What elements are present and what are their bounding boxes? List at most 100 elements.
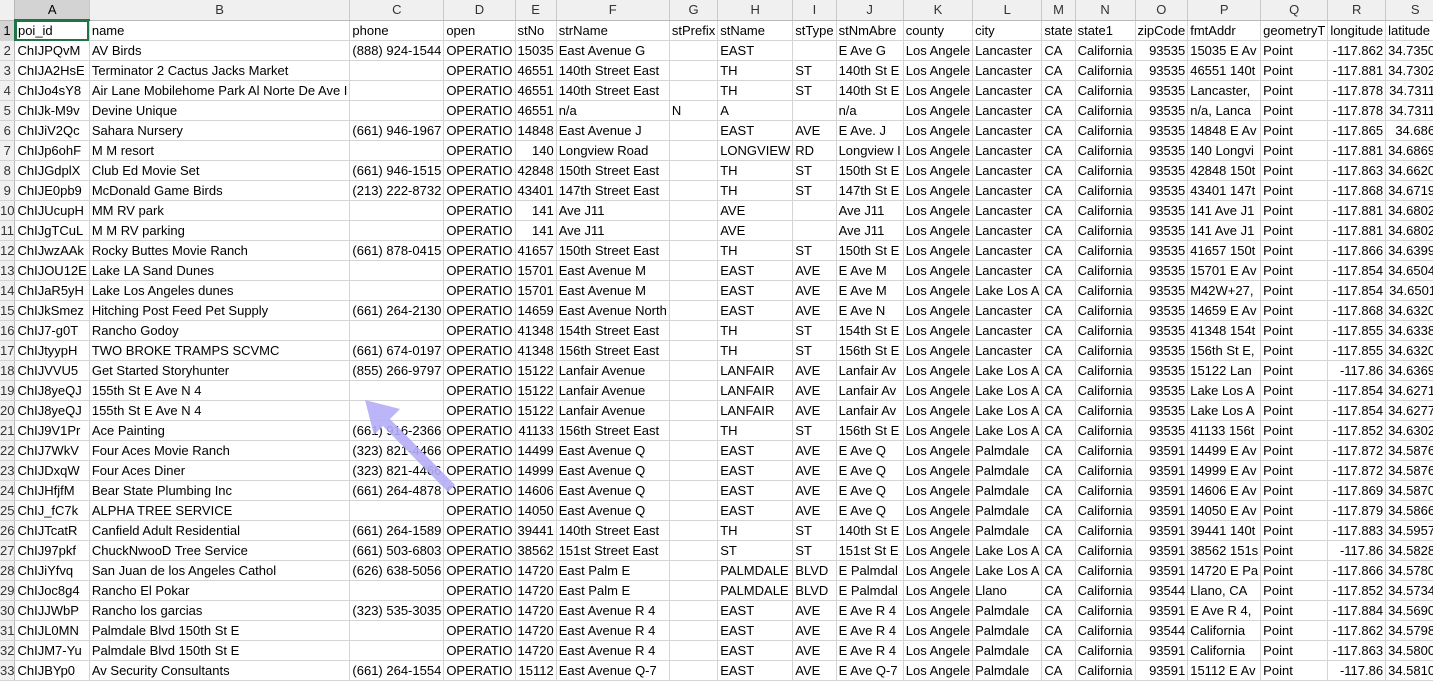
row-header[interactable]: 14 [0,280,16,301]
table-cell[interactable]: 41348 [515,320,557,341]
column-header-r[interactable]: R [1327,0,1387,21]
table-cell[interactable]: n/a, Lanca [1187,100,1262,121]
table-cell[interactable]: OPERATIO [443,420,516,441]
table-cell[interactable]: Rocky Buttes Movie Ranch [89,240,351,261]
table-cell[interactable]: LONGVIEW [717,140,794,161]
table-cell[interactable]: East Avenue G [556,40,670,61]
table-cell[interactable] [349,220,445,241]
column-header-s[interactable]: S [1385,0,1433,21]
table-cell[interactable] [669,220,719,241]
table-cell[interactable]: 14606 E Av [1187,480,1262,501]
table-cell[interactable]: 34.58104 [1385,660,1433,681]
row-header[interactable]: 28 [0,560,16,581]
table-cell[interactable]: Lancaster [972,80,1043,101]
table-cell[interactable]: ChuckNwooD Tree Service [89,540,351,561]
table-cell[interactable]: California [1075,320,1136,341]
header-cell[interactable]: fmtAddr [1187,20,1262,41]
table-cell[interactable]: Point [1260,60,1329,81]
table-cell[interactable]: Lake Los A [972,380,1043,401]
table-cell[interactable]: CA [1041,620,1076,641]
table-cell[interactable]: ChIJ8yeQJ [14,400,90,421]
table-cell[interactable]: California [1075,520,1136,541]
table-cell[interactable]: Palmdale [972,640,1043,661]
table-cell[interactable] [669,400,719,421]
table-cell[interactable]: 156th St E [836,340,904,361]
table-cell[interactable]: EAST [717,660,794,681]
table-cell[interactable]: 93535 [1135,40,1189,61]
table-cell[interactable]: California [1075,640,1136,661]
table-cell[interactable]: California [1075,360,1136,381]
table-cell[interactable]: ChIJJWbP [14,600,90,621]
table-cell[interactable] [669,480,719,501]
table-cell[interactable]: Lanfair Avenue [556,380,670,401]
table-cell[interactable] [669,580,719,601]
table-cell[interactable]: N [669,100,719,121]
table-cell[interactable]: EAST [717,40,794,61]
table-cell[interactable]: East Avenue R 4 [556,620,670,641]
row-header[interactable]: 27 [0,540,16,561]
table-cell[interactable]: TH [717,60,794,81]
table-cell[interactable]: 93544 [1135,580,1189,601]
row-header[interactable]: 19 [0,380,16,401]
table-cell[interactable]: 150th St E [836,160,904,181]
table-cell[interactable]: 14659 [515,300,557,321]
table-cell[interactable]: RD [792,140,837,161]
table-cell[interactable]: 41133 [515,420,557,441]
table-cell[interactable] [669,460,719,481]
column-header-l[interactable]: L [972,0,1043,21]
table-cell[interactable]: 34.62716 [1385,380,1433,401]
table-cell[interactable]: -117.86 [1327,540,1387,561]
row-header[interactable]: 21 [0,420,16,441]
table-cell[interactable]: 34.63696 [1385,360,1433,381]
table-cell[interactable]: Lancaster [972,160,1043,181]
table-cell[interactable]: OPERATIO [443,180,516,201]
table-cell[interactable]: ChIJM7-Yu [14,640,90,661]
row-header[interactable]: 3 [0,60,16,81]
table-cell[interactable]: 46551 140t [1187,60,1262,81]
table-cell[interactable]: OPERATIO [443,380,516,401]
table-cell[interactable]: Point [1260,580,1329,601]
table-cell[interactable] [349,580,445,601]
table-cell[interactable]: California [1075,220,1136,241]
table-cell[interactable]: ChIJA2HsE [14,60,90,81]
table-cell[interactable]: 151st St E [836,540,904,561]
table-cell[interactable]: Lake Los A [972,560,1043,581]
table-cell[interactable]: OPERATIO [443,660,516,681]
table-cell[interactable]: (661) 264-1589 [349,520,445,541]
table-cell[interactable]: Ave J11 [836,220,904,241]
table-cell[interactable]: Los Angele [903,360,974,381]
table-cell[interactable]: 34.63385 [1385,320,1433,341]
table-cell[interactable]: Lake Los A [972,420,1043,441]
table-cell[interactable]: CA [1041,180,1076,201]
table-cell[interactable]: ChIJVVU5 [14,360,90,381]
table-cell[interactable]: 15701 [515,280,557,301]
table-cell[interactable]: ChIJwzAAk [14,240,90,261]
table-cell[interactable]: TH [717,320,794,341]
table-cell[interactable]: CA [1041,580,1076,601]
table-cell[interactable]: E Ave N [836,300,904,321]
row-header[interactable]: 15 [0,300,16,321]
table-cell[interactable]: Los Angele [903,520,974,541]
table-cell[interactable]: -117.855 [1327,340,1387,361]
table-cell[interactable]: E Palmdal [836,580,904,601]
table-cell[interactable]: 93591 [1135,440,1189,461]
table-cell[interactable]: ChIJUcupH [14,200,90,221]
table-cell[interactable]: AVE [792,620,837,641]
column-header-k[interactable]: K [903,0,974,21]
table-cell[interactable]: ChIJL0MN [14,620,90,641]
header-cell[interactable]: strName [556,20,670,41]
column-header-n[interactable]: N [1075,0,1136,21]
header-cell[interactable]: stPrefix [669,20,719,41]
table-cell[interactable]: Lake Los A [1187,380,1262,401]
table-cell[interactable]: ChIJ9V1Pr [14,420,90,441]
table-cell[interactable]: -117.884 [1327,600,1387,621]
row-header[interactable]: 18 [0,360,16,381]
table-cell[interactable]: CA [1041,460,1076,481]
table-cell[interactable]: California [1187,620,1262,641]
table-cell[interactable]: 42848 [515,160,557,181]
table-cell[interactable]: Los Angele [903,460,974,481]
table-cell[interactable]: Los Angele [903,620,974,641]
table-cell[interactable]: 34.66207 [1385,160,1433,181]
table-cell[interactable]: Point [1260,40,1329,61]
row-header[interactable]: 22 [0,440,16,461]
